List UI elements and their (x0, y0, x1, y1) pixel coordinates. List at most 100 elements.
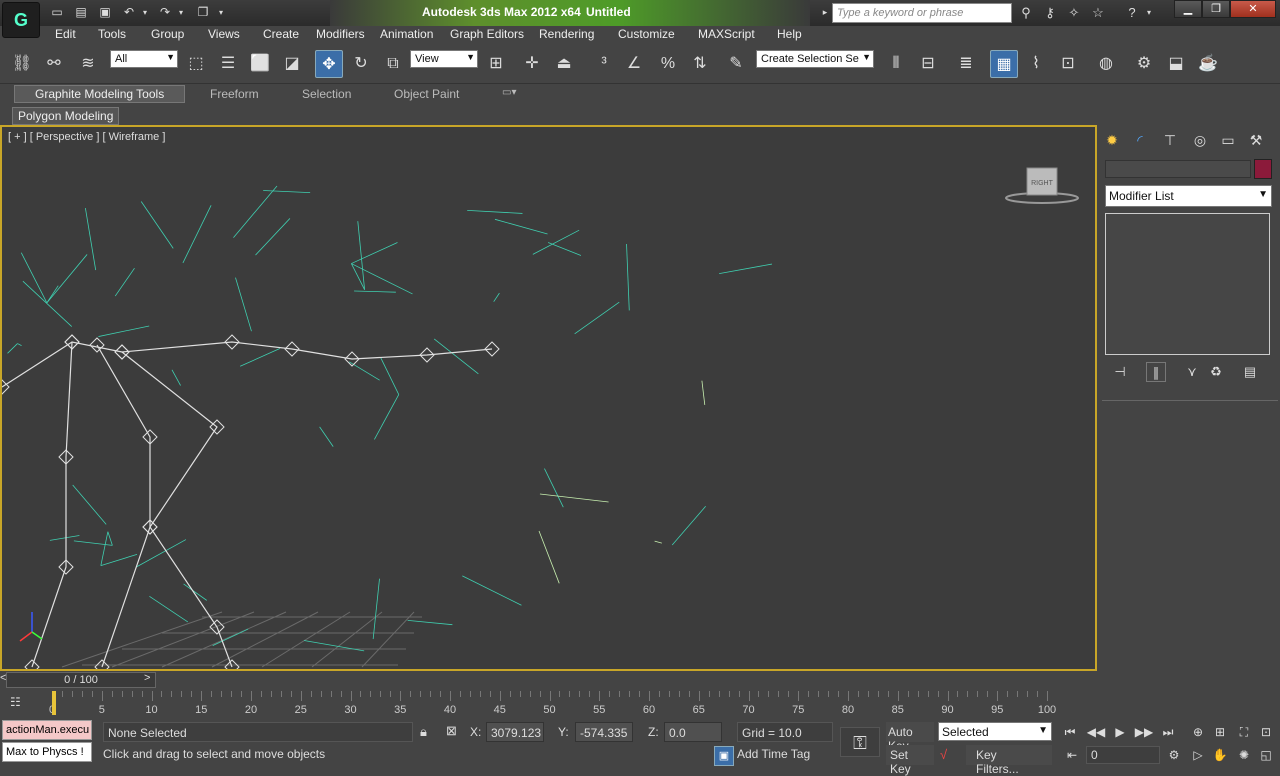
qa-more-icon[interactable]: ▾ (216, 4, 226, 21)
modify-panel-icon[interactable]: ◜ (1128, 129, 1152, 151)
key-filters-button[interactable]: Key Filters... (966, 745, 1052, 776)
menu-animation[interactable]: Animation (380, 27, 433, 41)
select-and-move-icon[interactable]: ✥ (315, 50, 343, 78)
material-editor-icon[interactable]: ◍ (1092, 50, 1120, 78)
spinner-snap-icon[interactable]: ⇅ (686, 50, 714, 78)
perspective-viewport[interactable]: [ + ] [ Perspective ] [ Wireframe ] RIGH… (0, 125, 1097, 671)
default-tangent-icon[interactable]: √ (940, 747, 947, 762)
new-file-icon[interactable]: ▭ (48, 4, 66, 21)
make-unique-icon[interactable]: ⋎ (1182, 362, 1202, 382)
orbit-icon[interactable]: ✺ (1234, 745, 1254, 765)
pivot-center-icon[interactable]: ⊞ (482, 50, 510, 78)
select-and-rotate-icon[interactable]: ↻ (347, 50, 375, 78)
layer-manager-icon[interactable]: ≣ (952, 50, 980, 78)
add-time-tag[interactable]: Add Time Tag (737, 747, 810, 761)
ribbon-options-icon[interactable]: ▭▾ (502, 87, 516, 98)
object-name-field[interactable] (1105, 160, 1251, 178)
time-slider-next[interactable]: > (144, 672, 150, 684)
maxscript-listener-bottom[interactable]: Max to Physcs ! (2, 742, 92, 762)
timeline-ruler[interactable]: 0510152025303540455055606570758085909510… (49, 691, 1056, 717)
close-button[interactable]: ✕ (1230, 0, 1276, 18)
y-coordinate-field[interactable]: -574.335 (575, 722, 633, 742)
key-mode-dropdown[interactable]: Selected ▼ (938, 722, 1052, 741)
time-slider[interactable]: 0 / 100 (6, 672, 156, 688)
render-production-icon[interactable]: ☕ (1194, 50, 1222, 78)
menu-rendering[interactable]: Rendering (539, 27, 594, 41)
zoom-icon[interactable]: ⊕ (1188, 722, 1208, 742)
modifier-stack[interactable] (1105, 213, 1270, 355)
next-frame-icon[interactable]: ▶▶ (1134, 722, 1154, 742)
keyboard-shortcut-override-icon[interactable]: ⏏ (550, 50, 578, 78)
rendered-frame-icon[interactable]: ⬓ (1162, 50, 1190, 78)
bind-spacewarp-icon[interactable]: ≋ (74, 50, 102, 78)
current-frame-marker[interactable] (52, 691, 56, 715)
field-of-view-icon[interactable]: ▷ (1188, 745, 1208, 765)
motion-panel-icon[interactable]: ◎ (1188, 129, 1212, 151)
set-keys-icon[interactable]: ⚿ (840, 727, 880, 757)
edit-named-selection-icon[interactable]: ✎ (722, 50, 750, 78)
menu-tools[interactable]: Tools (98, 27, 126, 41)
menu-graph-editors[interactable]: Graph Editors (450, 27, 524, 41)
zoom-extents-all-icon[interactable]: ⊡ (1256, 722, 1276, 742)
tab-selection[interactable]: Selection (302, 87, 351, 101)
help-dropdown-icon[interactable]: ▾ (1144, 4, 1154, 22)
reference-coord-dropdown[interactable]: View ▼ (410, 50, 478, 68)
select-manipulate-icon[interactable]: ✛ (518, 50, 546, 78)
graphite-toggle-icon[interactable]: ▦ (990, 50, 1018, 78)
auto-key-button[interactable]: Auto Key (886, 722, 934, 753)
redo-icon[interactable]: ↷ (156, 4, 174, 21)
x-coordinate-field[interactable]: 3079.123 (486, 722, 544, 742)
select-object-icon[interactable]: ⬚ (182, 50, 210, 78)
key-mode-toggle-icon[interactable]: ⇤ (1062, 745, 1082, 765)
menu-maxscript[interactable]: MAXScript (698, 27, 755, 41)
pan-view-icon[interactable]: ✋ (1210, 745, 1230, 765)
viewcube[interactable]: RIGHT (1002, 165, 1082, 210)
menu-help[interactable]: Help (777, 27, 802, 41)
selection-lock-icon[interactable]: 🔒︎ (420, 724, 427, 740)
snaps-toggle-icon[interactable]: ³ (590, 50, 618, 78)
track-bar-filter-icon[interactable]: ☷ (10, 695, 30, 713)
window-crossing-icon[interactable]: ◪ (278, 50, 306, 78)
curve-editor-icon[interactable]: ⌇ (1022, 50, 1050, 78)
tab-graphite-modeling-tools[interactable]: Graphite Modeling Tools (14, 85, 186, 103)
undo-dropdown-icon[interactable]: ▾ (140, 4, 150, 21)
menu-customize[interactable]: Customize (618, 27, 675, 41)
set-key-button[interactable]: Set Key (886, 745, 934, 776)
select-and-scale-icon[interactable]: ⧉ (379, 50, 407, 78)
maximize-button[interactable]: ❐ (1202, 0, 1230, 18)
hierarchy-panel-icon[interactable]: ⊤ (1158, 129, 1182, 151)
current-frame-field[interactable]: 0 (1086, 746, 1160, 764)
display-panel-icon[interactable]: ▭ (1216, 129, 1240, 151)
menu-modifiers[interactable]: Modifiers (316, 27, 365, 41)
unlink-icon[interactable]: ⚯ (40, 50, 68, 78)
z-coordinate-field[interactable]: 0.0 (664, 722, 722, 742)
pin-stack-icon[interactable]: ⊣ (1110, 362, 1130, 382)
absolute-mode-icon[interactable]: ⊠ (446, 723, 457, 739)
object-color-swatch[interactable] (1254, 159, 1272, 179)
maximize-viewport-icon[interactable]: ◱ (1256, 745, 1276, 765)
menu-create[interactable]: Create (263, 27, 299, 41)
zoom-extents-icon[interactable]: ⛶ (1234, 722, 1254, 742)
play-icon[interactable]: ▶ (1110, 722, 1130, 742)
tab-freeform[interactable]: Freeform (210, 87, 259, 101)
time-config-icon[interactable]: ⚙ (1164, 745, 1184, 765)
favorites-star-icon[interactable]: ☆ (1088, 4, 1108, 22)
menu-group[interactable]: Group (151, 27, 184, 41)
zoom-all-icon[interactable]: ⊞ (1210, 722, 1230, 742)
link-icon[interactable]: ⛓ (8, 50, 36, 78)
align-icon[interactable]: ⊟ (914, 50, 942, 78)
app-logo-icon[interactable]: G (2, 2, 40, 38)
utilities-panel-icon[interactable]: ⚒ (1244, 129, 1268, 151)
schematic-view-icon[interactable]: ⊡ (1054, 50, 1082, 78)
remove-modifier-icon[interactable]: ♻ (1206, 362, 1226, 382)
undo-icon[interactable]: ↶ (120, 4, 138, 21)
selection-filter-dropdown[interactable]: All ▼ (110, 50, 178, 68)
percent-snap-icon[interactable]: % (654, 50, 682, 78)
binoculars-icon[interactable]: ⚲ (1016, 4, 1036, 22)
select-by-name-icon[interactable]: ☰ (214, 50, 242, 78)
save-file-icon[interactable]: ▣ (96, 4, 114, 21)
search-input[interactable]: Type a keyword or phrase (832, 3, 1012, 23)
modifier-list-dropdown[interactable]: Modifier List ▼ (1105, 185, 1272, 207)
viewport-label[interactable]: [ + ] [ Perspective ] [ Wireframe ] (8, 131, 165, 143)
mirror-icon[interactable]: ⫴ (882, 50, 910, 78)
